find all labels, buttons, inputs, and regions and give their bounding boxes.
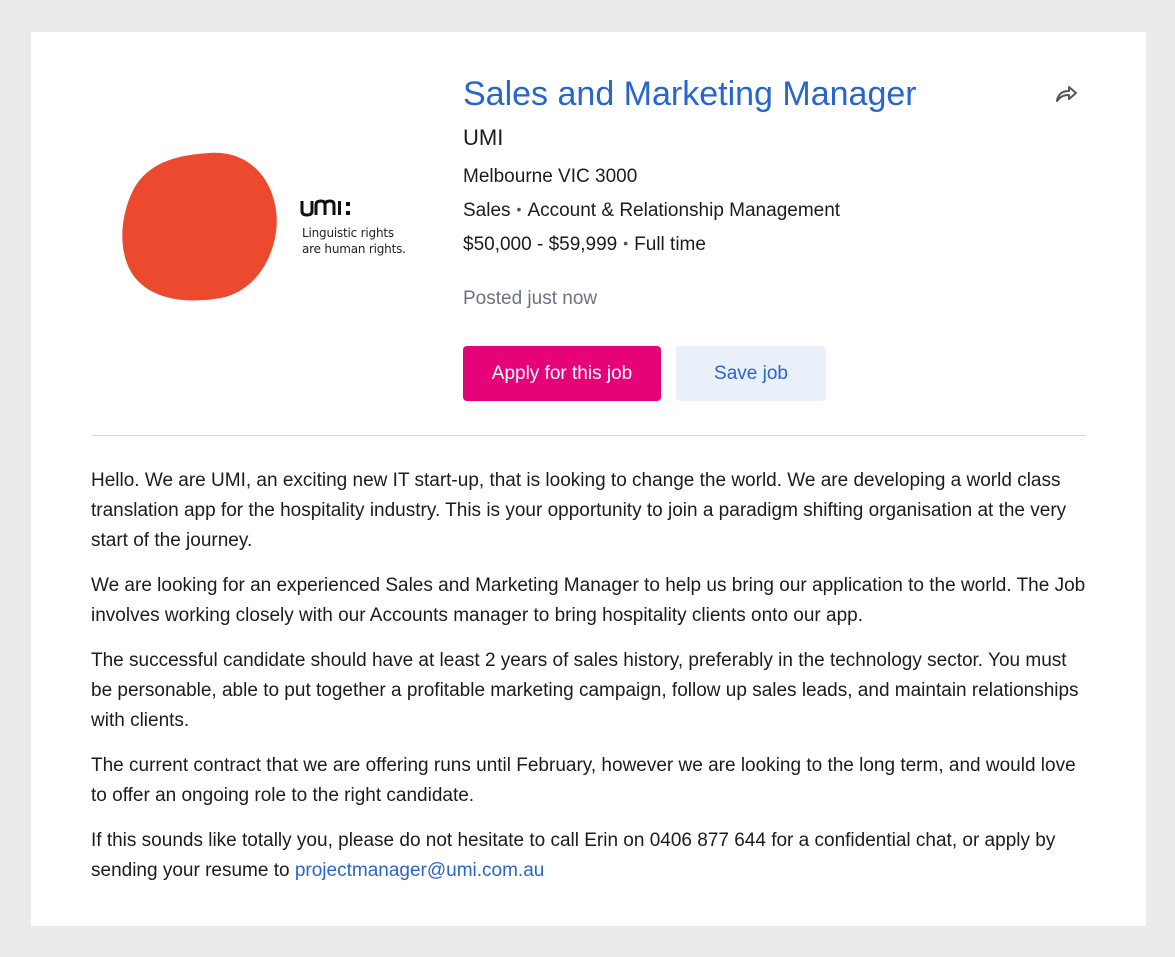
- job-title[interactable]: Sales and Marketing Manager: [463, 74, 917, 114]
- logo-tagline: Linguistic rights are human rights.: [302, 225, 406, 257]
- apply-button[interactable]: Apply for this job: [463, 346, 661, 401]
- company-name[interactable]: UMI: [463, 124, 503, 152]
- email-link[interactable]: projectmanager@umi.com.au: [295, 860, 545, 881]
- job-salary-worktype: $50,000 - $59,999 • Full time: [463, 233, 706, 257]
- classification-link[interactable]: Sales: [463, 200, 511, 221]
- logo-tagline-line2: are human rights.: [302, 242, 406, 256]
- job-description: Hello. We are UMI, an exciting new IT st…: [91, 466, 1091, 901]
- separator-dot: •: [516, 201, 522, 217]
- posted-time: Posted just now: [463, 288, 598, 309]
- description-paragraph: The successful candidate should have at …: [91, 650, 1079, 731]
- save-job-button[interactable]: Save job: [676, 346, 826, 401]
- contact-text: If this sounds like totally you, please …: [91, 830, 1056, 881]
- description-paragraph: We are looking for an experienced Sales …: [91, 575, 1086, 626]
- company-logo: Linguistic rights are human rights.: [121, 150, 421, 310]
- salary: $50,000 - $59,999: [463, 234, 618, 255]
- subclassification-link[interactable]: Account & Relationship Management: [527, 200, 840, 221]
- divider: [91, 435, 1086, 436]
- description-paragraph: The current contract that we are offerin…: [91, 755, 1076, 806]
- job-card: Linguistic rights are human rights. Sale…: [31, 32, 1146, 926]
- job-classification: Sales • Account & Relationship Management: [463, 199, 840, 223]
- description-paragraph: Hello. We are UMI, an exciting new IT st…: [91, 470, 1067, 551]
- logo-blob-shape: [122, 152, 277, 301]
- job-location[interactable]: Melbourne VIC 3000: [463, 165, 637, 189]
- logo-tagline-line1: Linguistic rights: [302, 226, 394, 240]
- logo-wordmark: [300, 199, 350, 217]
- description-paragraph-contact: If this sounds like totally you, please …: [91, 826, 1091, 886]
- separator-dot: •: [623, 235, 629, 251]
- share-icon[interactable]: [1053, 81, 1079, 107]
- work-type: Full time: [634, 234, 706, 255]
